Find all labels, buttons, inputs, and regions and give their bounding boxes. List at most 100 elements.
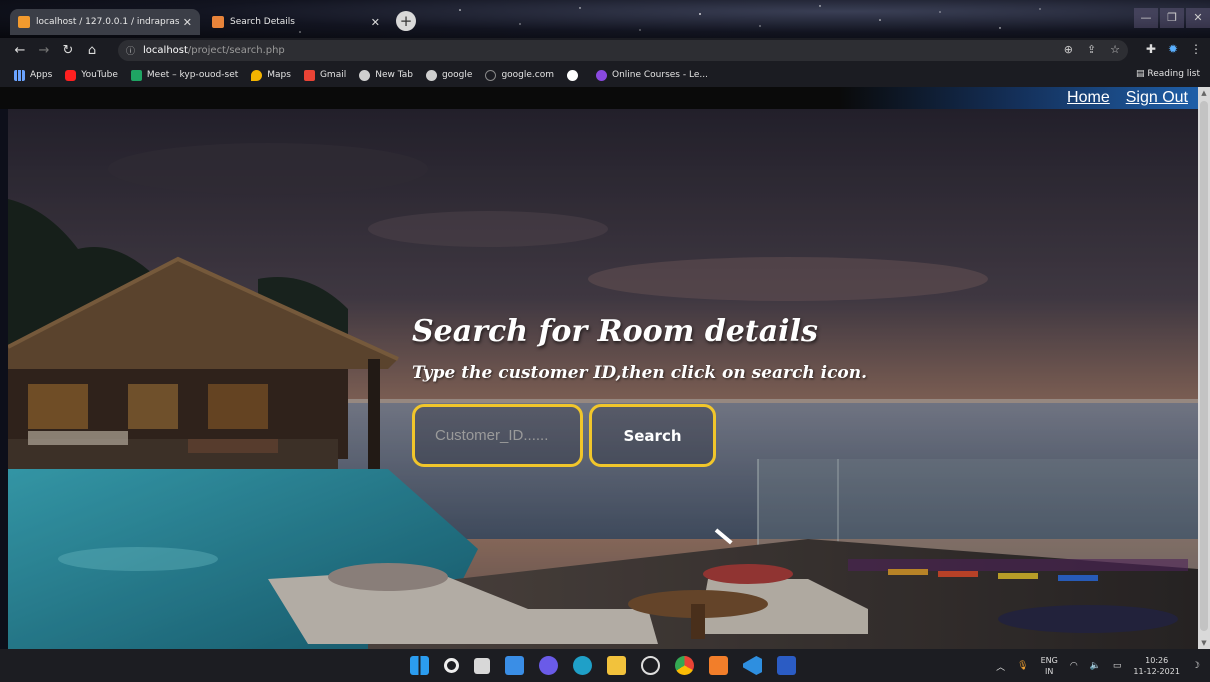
- search-icon: [485, 69, 497, 81]
- back-icon[interactable]: ←: [8, 43, 32, 58]
- system-tray: ︿ 🎙 ENG IN ◠ 🔈 ▭ 10:26 11-12-2021 ☽: [996, 655, 1200, 677]
- bookmark-google[interactable]: google: [425, 69, 473, 81]
- tab-title: Search Details: [230, 17, 295, 27]
- close-tab-icon[interactable]: ✕: [371, 16, 380, 29]
- taskbar-apps: [410, 656, 796, 675]
- bookmark-google-com[interactable]: google.com: [485, 69, 554, 81]
- bookmark-label: Online Courses - Le...: [612, 70, 708, 80]
- grid-icon: [14, 69, 25, 81]
- search-panel: Search for Room details Type the custome…: [412, 314, 868, 467]
- course-icon: [596, 69, 607, 81]
- search-button[interactable]: Search: [589, 404, 716, 467]
- sign-out-link[interactable]: Sign Out: [1126, 89, 1188, 107]
- search-form: Search: [412, 404, 716, 467]
- page-viewport: Home Sign Out Search for Room details Ty…: [0, 87, 1210, 649]
- top-nav: Home Sign Out: [0, 87, 1198, 109]
- vscode-icon[interactable]: [743, 656, 762, 675]
- customer-id-input[interactable]: [412, 404, 583, 467]
- reload-icon[interactable]: ↻: [56, 43, 80, 58]
- restore-icon[interactable]: ❐: [1160, 8, 1184, 28]
- bookmark-label: Maps: [267, 70, 291, 80]
- windows-start-icon[interactable]: [410, 656, 429, 675]
- google-icon: [567, 69, 578, 81]
- bookmark-google-icon[interactable]: [567, 69, 583, 81]
- share-icon[interactable]: ⇪: [1087, 43, 1096, 56]
- scroll-up-icon[interactable]: ▲: [1198, 89, 1210, 97]
- word-icon[interactable]: [777, 656, 796, 675]
- minimize-icon[interactable]: —: [1134, 8, 1158, 28]
- new-tab-button[interactable]: +: [396, 11, 416, 31]
- chrome-icon[interactable]: [675, 656, 694, 675]
- bookmark-label: google: [441, 70, 473, 80]
- profile-avatar[interactable]: ✹: [1168, 42, 1178, 56]
- zoom-icon[interactable]: ⊕: [1064, 43, 1073, 56]
- clock[interactable]: 10:26 11-12-2021: [1133, 655, 1180, 677]
- bookmark-online-courses[interactable]: Online Courses - Le...: [596, 69, 708, 81]
- menu-kebab-icon[interactable]: ⋮: [1190, 42, 1202, 56]
- windows-taskbar: ︿ 🎙 ENG IN ◠ 🔈 ▭ 10:26 11-12-2021 ☽: [0, 649, 1210, 682]
- page-title: Search for Room details: [412, 314, 818, 349]
- close-tab-icon[interactable]: ✕: [183, 16, 192, 29]
- bookmark-label: google.com: [501, 70, 554, 80]
- bookmark-label: YouTube: [81, 70, 118, 80]
- task-view-icon[interactable]: [474, 658, 490, 674]
- home-icon[interactable]: ⌂: [80, 43, 104, 58]
- maps-icon: [251, 69, 263, 81]
- edge-icon[interactable]: [573, 656, 592, 675]
- reading-list-icon: ▤: [1135, 69, 1145, 79]
- globe-icon: [425, 69, 437, 81]
- phpmyadmin-icon: [18, 16, 30, 28]
- language-indicator[interactable]: ENG IN: [1041, 655, 1058, 677]
- xampp-icon[interactable]: [709, 656, 728, 675]
- microphone-icon[interactable]: 🎙: [1017, 661, 1028, 671]
- scroll-down-icon[interactable]: ▼: [1198, 639, 1210, 647]
- bookmark-gmail[interactable]: Gmail: [303, 69, 346, 81]
- gmail-icon: [303, 69, 315, 81]
- focus-assist-icon[interactable]: ☽: [1192, 661, 1200, 671]
- url-host: localhost: [143, 45, 188, 56]
- window-controls: — ❐ ✕: [1132, 8, 1210, 28]
- file-explorer-icon[interactable]: [607, 656, 626, 675]
- battery-icon[interactable]: ▭: [1113, 661, 1122, 671]
- extensions-area: ✚ ✹ ⋮: [1146, 42, 1202, 56]
- search-icon[interactable]: [444, 658, 459, 673]
- bookmark-apps[interactable]: Apps: [14, 69, 53, 81]
- page-scrollbar[interactable]: ▲ ▼: [1198, 87, 1210, 649]
- bookmark-label: Meet – kyp-ouod-set: [146, 70, 239, 80]
- bookmark-label: Apps: [30, 70, 53, 80]
- globe-icon: [359, 69, 371, 81]
- clock-date: 11-12-2021: [1133, 667, 1180, 676]
- forward-icon[interactable]: →: [32, 43, 56, 58]
- meet-icon: [130, 69, 142, 81]
- url-input[interactable]: ⓘ localhost/project/search.php ⊕ ⇪ ☆: [118, 40, 1128, 61]
- bookmark-meet[interactable]: Meet – kyp-ouod-set: [130, 69, 239, 81]
- site-info-icon[interactable]: ⓘ: [126, 44, 135, 57]
- bookmark-maps[interactable]: Maps: [251, 69, 291, 81]
- tab-title: localhost / 127.0.0.1 / indraprastha: [36, 17, 179, 27]
- bookmark-label: New Tab: [375, 70, 413, 80]
- reading-list-button[interactable]: ▤ Reading list: [1136, 69, 1200, 79]
- extensions-puzzle-icon[interactable]: ✚: [1146, 42, 1156, 56]
- youtube-icon: [65, 69, 77, 81]
- close-window-icon[interactable]: ✕: [1186, 8, 1210, 28]
- url-path: /project/search.php: [187, 45, 285, 56]
- lang-code: ENG: [1040, 656, 1058, 665]
- bookmark-new-tab[interactable]: New Tab: [359, 69, 413, 81]
- instructions-text: Type the customer ID,then click on searc…: [412, 363, 868, 383]
- address-toolbar: ← → ↻ ⌂ ⓘ localhost/project/search.php ⊕…: [0, 38, 1210, 63]
- clock-time: 10:26: [1145, 656, 1169, 665]
- tab-phpmyadmin[interactable]: localhost / 127.0.0.1 / indraprastha ✕: [10, 9, 200, 35]
- reading-list-label: Reading list: [1147, 69, 1200, 79]
- volume-icon[interactable]: 🔈: [1090, 661, 1101, 671]
- dell-icon[interactable]: [641, 656, 660, 675]
- bookmark-star-icon[interactable]: ☆: [1110, 43, 1120, 56]
- xampp-icon: [212, 16, 224, 28]
- home-link[interactable]: Home: [1067, 89, 1110, 107]
- chat-icon[interactable]: [539, 656, 558, 675]
- scrollbar-thumb[interactable]: [1200, 101, 1208, 631]
- widgets-icon[interactable]: [505, 656, 524, 675]
- chevron-up-icon[interactable]: ︿: [996, 660, 1005, 673]
- bookmark-youtube[interactable]: YouTube: [65, 69, 118, 81]
- tab-search-details[interactable]: Search Details ✕: [204, 9, 388, 35]
- wifi-icon[interactable]: ◠: [1070, 661, 1078, 671]
